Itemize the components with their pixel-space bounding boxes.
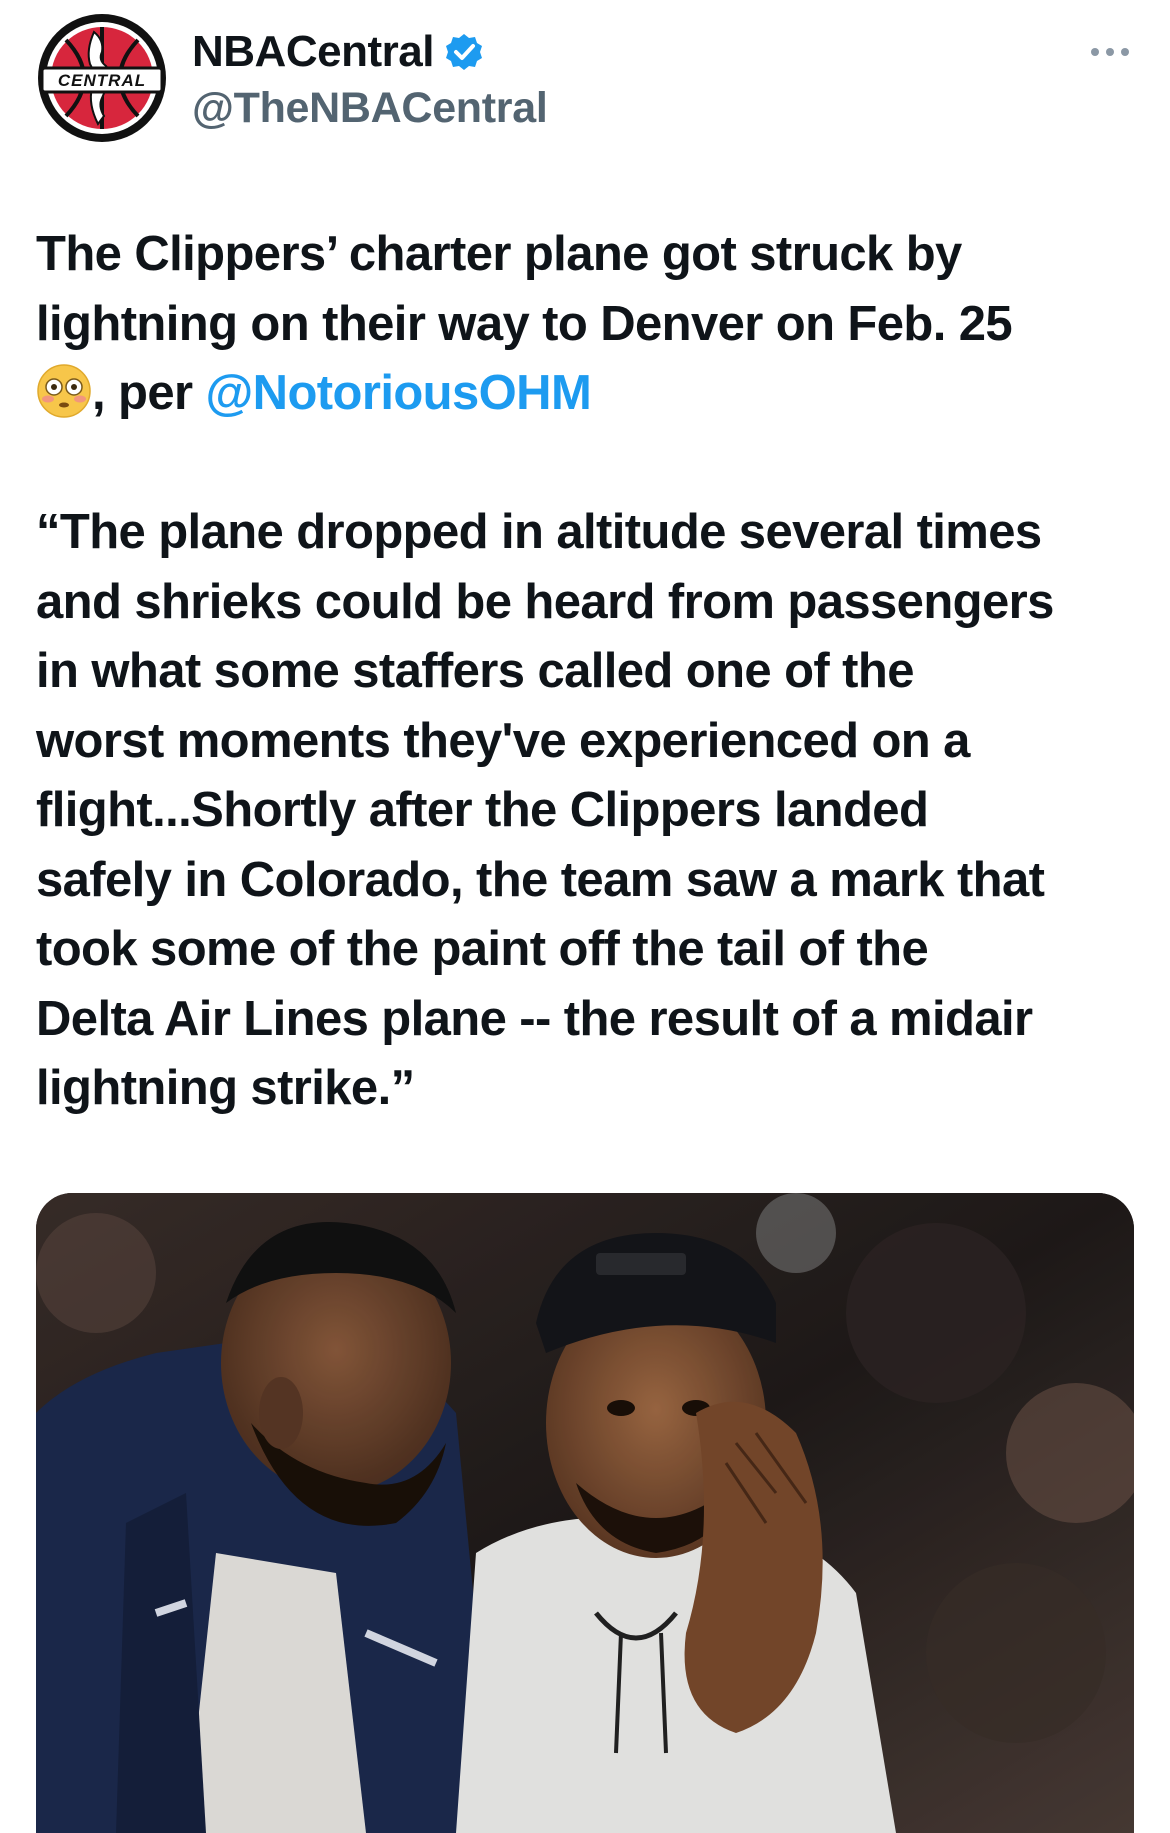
tweet-line: lightning on their way to Denver on Feb.…: [36, 296, 1013, 351]
quote-line: in what some staffers called one of the: [36, 644, 914, 698]
author-handle[interactable]: @TheNBACentral: [192, 84, 548, 133]
quote-line: safely in Colorado, the team saw a mark …: [36, 852, 1045, 907]
quote-line: and shrieks could be heard from passenge…: [36, 574, 1054, 629]
quote-line: worst moments they've experienced on a: [36, 713, 970, 768]
tweet-line: The Clippers’ charter plane got struck b…: [36, 227, 962, 281]
quote-line: Delta Air Lines plane -- the result of a…: [36, 991, 1033, 1046]
mention-link[interactable]: @NotoriousOHM: [206, 366, 592, 420]
quote-line: took some of the paint off the tail of t…: [36, 922, 929, 976]
author-names: NBACentral @TheNBACentral: [192, 26, 548, 133]
photo-of-two-players-icon: [36, 1193, 1134, 1833]
display-name[interactable]: NBACentral: [192, 27, 434, 77]
tweet-line-suffix: , per: [92, 366, 206, 420]
tweet-line: , per @NotoriousOHM: [36, 359, 1146, 429]
quote-line: lightning strike.”: [36, 1061, 415, 1115]
quote-line: flight...Shortly after the Clippers land…: [36, 783, 929, 837]
tweet-header: CENTRAL NBACentral @TheNBACentral: [36, 10, 1136, 150]
avatar[interactable]: CENTRAL: [36, 12, 168, 144]
flushed-face-emoji-icon: [37, 364, 91, 418]
avatar-text: CENTRAL: [58, 71, 146, 90]
display-name-row: NBACentral: [192, 26, 547, 78]
verified-badge-icon: [445, 34, 482, 70]
tweet-text: The Clippers’ charter plane got struck b…: [36, 220, 1146, 1124]
more-options-icon[interactable]: [1088, 44, 1132, 60]
quote-line: “The plane dropped in altitude several t…: [36, 505, 1042, 559]
tweet-photo[interactable]: [36, 1193, 1134, 1833]
nba-central-logo-icon: CENTRAL: [38, 14, 166, 142]
